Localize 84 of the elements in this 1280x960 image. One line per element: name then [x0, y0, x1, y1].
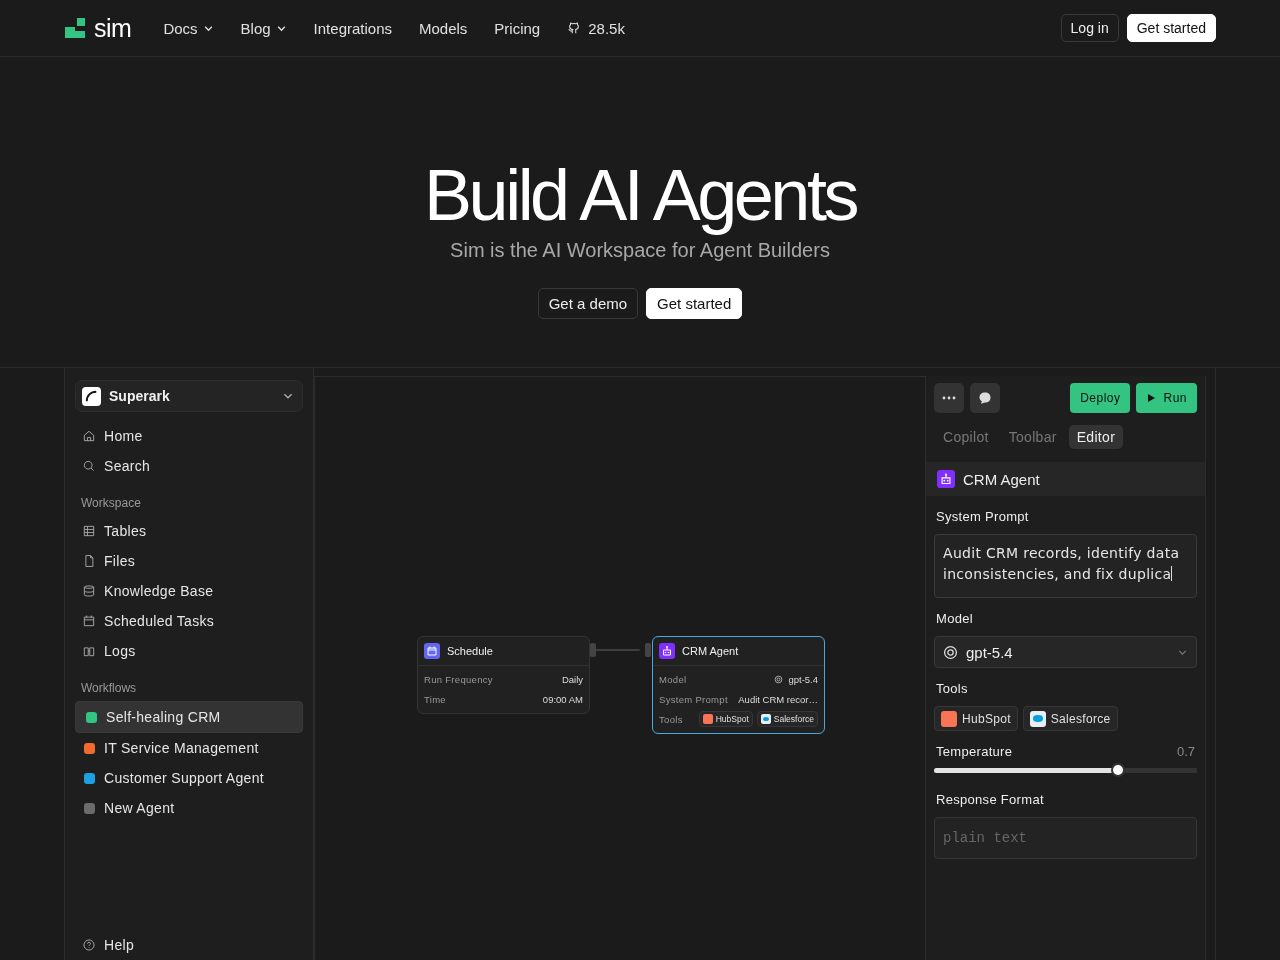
calendar-icon [424, 643, 440, 659]
play-icon [1146, 393, 1157, 403]
workflow-item[interactable]: Self-healing CRM [75, 701, 303, 733]
github-stars-link[interactable]: 28.5k [567, 19, 625, 37]
node-handle[interactable] [645, 643, 651, 657]
response-format-field[interactable]: plain text [934, 817, 1197, 859]
workspace-logo-icon [82, 386, 101, 406]
panel-tab[interactable]: Editor [1068, 425, 1124, 449]
node-field-label: Tools [659, 713, 683, 725]
node-field-value: 09:00 AM [542, 693, 583, 705]
node-title: Schedule [447, 645, 493, 657]
node-field-value: Audit CRM recor… [738, 693, 818, 705]
sidebar-item-icon [82, 614, 96, 628]
login-button[interactable]: Log in [1060, 14, 1119, 42]
block-title: CRM Agent [963, 470, 1040, 488]
workflow-node[interactable]: Schedule Run Frequency Daily Time 09:00 AM [417, 636, 590, 714]
node-handle[interactable] [590, 643, 596, 657]
field-label: System Prompt [936, 509, 1029, 524]
sidebar-item-icon [82, 554, 96, 568]
sidebar-item-icon [82, 524, 96, 538]
nav-link[interactable]: Blog [240, 19, 287, 37]
node-field-label: Time [424, 693, 446, 705]
nav-link[interactable]: Pricing [494, 19, 541, 37]
sidebar-item[interactable]: Search [75, 451, 303, 481]
field-label: Temperature [936, 744, 1013, 759]
tool-chip: Salesforce [756, 711, 818, 727]
tool-chip[interactable]: HubSpot [934, 706, 1018, 731]
workflow-item[interactable]: IT Service Management [75, 733, 303, 763]
help-icon [82, 938, 96, 952]
model-icon [774, 674, 784, 684]
workflow-item[interactable]: Customer Support Agent [75, 763, 303, 793]
robot-icon [937, 470, 955, 488]
tool-chip: HubSpot [698, 711, 753, 727]
node-field-label: System Prompt [659, 693, 728, 705]
more-button[interactable] [934, 383, 964, 413]
workflow-node[interactable]: CRM Agent Model gpt-5.4 System Prompt Audit CRM recor… Tools HubSpot Salesforce [652, 636, 825, 734]
node-field-label: Model [659, 673, 687, 685]
nav-link[interactable]: Integrations [313, 19, 392, 37]
get-started-button[interactable]: Get started [646, 288, 743, 319]
model-select[interactable]: gpt-5.4 [934, 636, 1197, 668]
model-icon [943, 644, 958, 660]
sidebar-item-icon [82, 644, 96, 658]
nav-link[interactable]: Models [419, 19, 468, 37]
hero-subtitle: Sim is the AI Workspace for Agent Builders [450, 239, 830, 262]
sidebar-item-icon [82, 459, 96, 473]
section-heading: Workflows [80, 681, 138, 695]
logo-icon [64, 17, 86, 39]
hero-title: Build AI Agents [424, 155, 856, 235]
field-label: Model [936, 611, 973, 626]
sidebar-item[interactable]: Logs [75, 636, 303, 666]
sidebar-item[interactable]: Knowledge Base [75, 576, 303, 606]
workflow-item[interactable]: New Agent [75, 793, 303, 823]
chat-button[interactable] [970, 383, 1000, 413]
help-link[interactable]: Help [75, 930, 303, 960]
robot-icon [659, 643, 675, 659]
field-label: Tools [936, 681, 968, 696]
more-icon [942, 396, 956, 400]
system-prompt-field[interactable]: Audit CRM records, identify data inconsistencies, and fix duplica [934, 534, 1197, 598]
get-started-button[interactable]: Get started [1126, 14, 1216, 42]
node-field-label: Run Frequency [424, 673, 493, 685]
sidebar-item[interactable]: Scheduled Tasks [75, 606, 303, 636]
sidebar-item[interactable]: Files [75, 546, 303, 576]
run-button[interactable]: Run [1136, 383, 1197, 413]
slider-value: 0.7 [1176, 744, 1195, 759]
sidebar-item[interactable]: Home [75, 421, 303, 451]
brand-name[interactable]: sim [94, 13, 132, 43]
deploy-button[interactable]: Deploy [1070, 383, 1131, 413]
nav-link[interactable]: Docs [163, 19, 214, 37]
slider-thumb[interactable] [1111, 763, 1126, 777]
field-label: Response Format [936, 792, 1044, 807]
sidebar-item-icon [82, 584, 96, 598]
workspace-selector[interactable]: Superark [75, 380, 303, 412]
node-field-value: gpt-5.4 [788, 673, 818, 685]
chat-bubble-icon [978, 391, 992, 405]
github-icon [567, 21, 582, 35]
panel-tab[interactable]: Copilot [935, 425, 997, 449]
section-heading: Workspace [80, 496, 142, 510]
demo-button[interactable]: Get a demo [537, 288, 639, 319]
sidebar-item-icon [82, 429, 96, 443]
tool-chip[interactable]: Salesforce [1022, 706, 1118, 731]
sidebar-item[interactable]: Tables [75, 516, 303, 546]
node-field-value: Daily [561, 673, 583, 685]
panel-tab[interactable]: Toolbar [1000, 425, 1065, 449]
node-title: CRM Agent [682, 645, 739, 657]
